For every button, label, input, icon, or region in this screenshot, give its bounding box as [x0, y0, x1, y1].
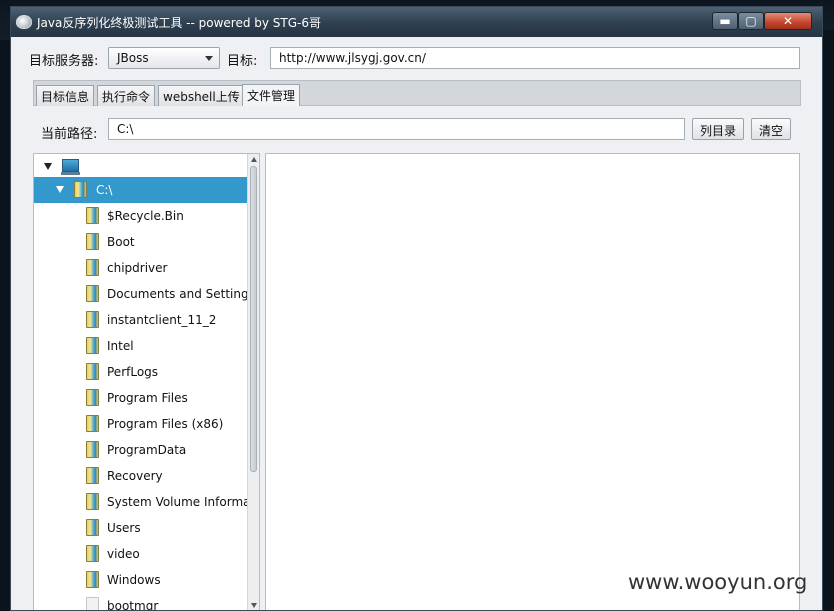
folder-icon: [86, 545, 99, 562]
file-content-panel[interactable]: [265, 153, 800, 610]
tree-item[interactable]: Boot: [34, 229, 248, 255]
tab-target-info[interactable]: 目标信息: [36, 85, 95, 106]
tab-file-management[interactable]: 文件管理: [242, 84, 301, 106]
scroll-down-icon[interactable]: [251, 603, 257, 608]
tree-scrollbar[interactable]: [247, 154, 259, 610]
tree-item[interactable]: bootmgr: [34, 593, 248, 611]
tree-item-label: PerfLogs: [107, 365, 159, 379]
tree-item[interactable]: Windows: [34, 567, 248, 593]
target-url-input[interactable]: http://www.jlsygj.gov.cn/: [270, 47, 800, 69]
drive-icon: [74, 181, 87, 198]
folder-icon: [86, 259, 99, 276]
app-window: Java反序列化终极测试工具 -- powered by STG-6哥 ▬ ▢ …: [10, 6, 823, 611]
window-title: Java反序列化终极测试工具 -- powered by STG-6哥: [37, 16, 322, 30]
tree-item-label: System Volume Information: [107, 495, 260, 509]
list-directory-button[interactable]: 列目录: [692, 118, 745, 140]
close-button[interactable]: ✕: [764, 12, 812, 30]
tree-item-label: Users: [107, 521, 141, 535]
tree-item[interactable]: ProgramData: [34, 437, 248, 463]
tab-execute-command[interactable]: 执行命令: [97, 85, 156, 106]
folder-icon: [86, 441, 99, 458]
target-server-value: JBoss: [117, 51, 149, 65]
tree-item-label: Program Files (x86): [107, 417, 224, 431]
tree-item-label: video: [107, 547, 140, 561]
tree-item[interactable]: Intel: [34, 333, 248, 359]
expand-toggle-icon[interactable]: [44, 163, 52, 170]
tab-webshell-upload[interactable]: webshell上传: [158, 85, 245, 106]
folder-icon: [86, 519, 99, 536]
tree-item-label: Recovery: [107, 469, 163, 483]
tree-item-label: ProgramData: [107, 443, 187, 457]
tree-item-label: $Recycle.Bin: [107, 209, 184, 223]
tree-item-label: bootmgr: [107, 599, 159, 611]
tree-item[interactable]: chipdriver: [34, 255, 248, 281]
maximize-button[interactable]: ▢: [738, 12, 764, 30]
folder-icon: [86, 207, 99, 224]
folder-icon: [86, 389, 99, 406]
tree-item-label: Documents and Settings: [107, 287, 255, 301]
tree-item-label: instantclient_11_2: [107, 313, 217, 327]
folder-icon: [86, 467, 99, 484]
tree-item[interactable]: Program Files (x86): [34, 411, 248, 437]
folder-icon: [86, 493, 99, 510]
folder-icon: [86, 311, 99, 328]
chevron-down-icon: [205, 56, 213, 61]
tree-item-label: Boot: [107, 235, 135, 249]
folder-icon: [86, 571, 99, 588]
tree-item[interactable]: System Volume Information: [34, 489, 259, 515]
folder-icon: [86, 285, 99, 302]
target-server-label: 目标服务器:: [29, 54, 99, 69]
tree-drive-label: C:\: [96, 183, 113, 197]
tree-item[interactable]: instantclient_11_2: [34, 307, 248, 333]
tree-item[interactable]: Documents and Settings: [34, 281, 255, 307]
file-tree[interactable]: C:\ $Recycle.Bin Boot chipdriver Documents …: [33, 153, 260, 611]
tree-item-label: Program Files: [107, 391, 188, 405]
current-path-input[interactable]: C:\: [108, 118, 685, 140]
tree-item[interactable]: Users: [34, 515, 248, 541]
target-server-select[interactable]: JBoss: [108, 47, 220, 69]
folder-icon: [86, 337, 99, 354]
folder-icon: [86, 233, 99, 250]
tree-item[interactable]: video: [34, 541, 248, 567]
target-label: 目标:: [227, 54, 258, 69]
tree-item-label: chipdriver: [107, 261, 168, 275]
file-icon: [86, 597, 99, 610]
current-path-label: 当前路径:: [41, 127, 98, 142]
scroll-thumb[interactable]: [250, 166, 257, 472]
window-client-area: 目标服务器: JBoss 目标: http://www.jlsygj.gov.c…: [11, 37, 822, 610]
scroll-up-icon[interactable]: [251, 157, 257, 162]
clear-button[interactable]: 清空: [751, 118, 792, 140]
tree-item-label: Intel: [107, 339, 134, 353]
java-coffee-icon: [16, 15, 32, 29]
tree-item-label: Windows: [107, 573, 161, 587]
tree-item[interactable]: Program Files: [34, 385, 248, 411]
folder-icon: [86, 415, 99, 432]
tree-item[interactable]: $Recycle.Bin: [34, 203, 248, 229]
computer-icon: [61, 159, 80, 175]
tree-drive-c[interactable]: C:\: [34, 177, 248, 203]
tree-item[interactable]: PerfLogs: [34, 359, 248, 385]
minimize-button[interactable]: ▬: [712, 12, 738, 30]
tab-bar: 目标信息 执行命令 webshell上传 文件管理: [33, 80, 801, 106]
tree-item[interactable]: Recovery: [34, 463, 248, 489]
folder-icon: [86, 363, 99, 380]
title-bar[interactable]: Java反序列化终极测试工具 -- powered by STG-6哥 ▬ ▢ …: [11, 7, 822, 37]
expand-toggle-icon[interactable]: [56, 186, 64, 193]
watermark: www.wooyun.org: [628, 570, 808, 594]
